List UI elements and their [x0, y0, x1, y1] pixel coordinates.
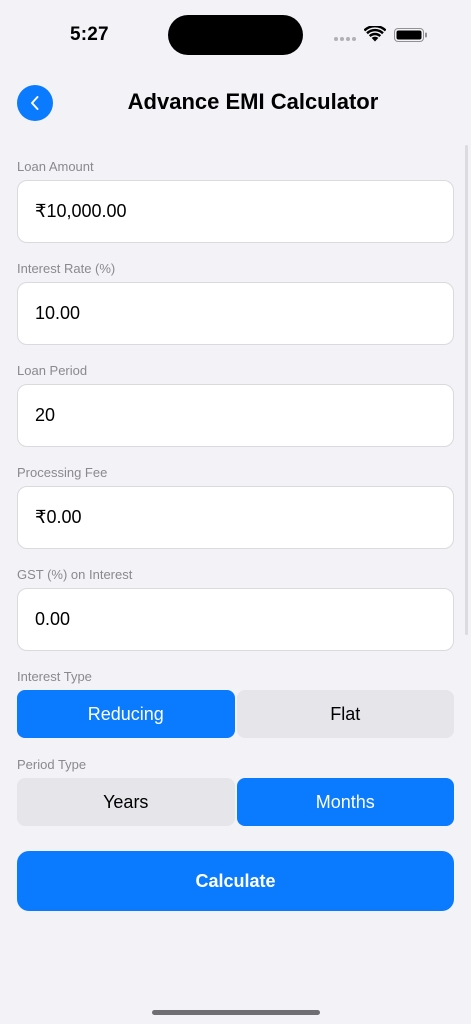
- loan-period-input[interactable]: [35, 405, 453, 426]
- interest-type-reducing-segment[interactable]: Reducing: [17, 690, 235, 738]
- loan-amount-field[interactable]: [17, 180, 454, 243]
- loan-amount-input[interactable]: [35, 201, 453, 222]
- period-type-years-segment[interactable]: Years: [17, 778, 235, 826]
- interest-rate-label: Interest Rate (%): [17, 261, 116, 276]
- processing-fee-input[interactable]: [35, 507, 453, 528]
- interest-type-label: Interest Type: [17, 669, 92, 684]
- battery-icon: [394, 28, 427, 42]
- calculate-button[interactable]: Calculate: [17, 851, 454, 911]
- gst-on-interest-field[interactable]: [17, 588, 454, 651]
- status-time: 5:27: [70, 24, 109, 45]
- status-bar: 5:27: [0, 0, 471, 64]
- page-title: Advance EMI Calculator: [127, 89, 379, 114]
- interest-type-flat-segment[interactable]: Flat: [236, 690, 454, 738]
- interest-type-segmented-control: Reducing Flat: [17, 690, 454, 738]
- loan-period-label: Loan Period: [17, 363, 88, 378]
- loan-period-field[interactable]: [17, 384, 454, 447]
- processing-fee-label: Processing Fee: [17, 465, 108, 480]
- interest-rate-input[interactable]: [35, 303, 453, 324]
- period-type-label: Period Type: [17, 757, 87, 772]
- gst-on-interest-input[interactable]: [35, 609, 453, 630]
- cellular-signal-icon: [334, 37, 358, 43]
- home-indicator: [152, 1010, 320, 1015]
- loan-amount-label: Loan Amount: [17, 159, 94, 174]
- gst-on-interest-label: GST (%) on Interest: [17, 567, 133, 582]
- period-type-segmented-control: Years Months: [17, 778, 454, 826]
- dynamic-island: [168, 15, 303, 55]
- interest-rate-field[interactable]: [17, 282, 454, 345]
- period-type-months-segment[interactable]: Months: [236, 778, 454, 826]
- wifi-icon: [364, 26, 386, 42]
- screen: 5:27 Advance EMI Calculator Loan Amount …: [0, 0, 471, 1024]
- processing-fee-field[interactable]: [17, 486, 454, 549]
- scroll-indicator[interactable]: [465, 145, 468, 635]
